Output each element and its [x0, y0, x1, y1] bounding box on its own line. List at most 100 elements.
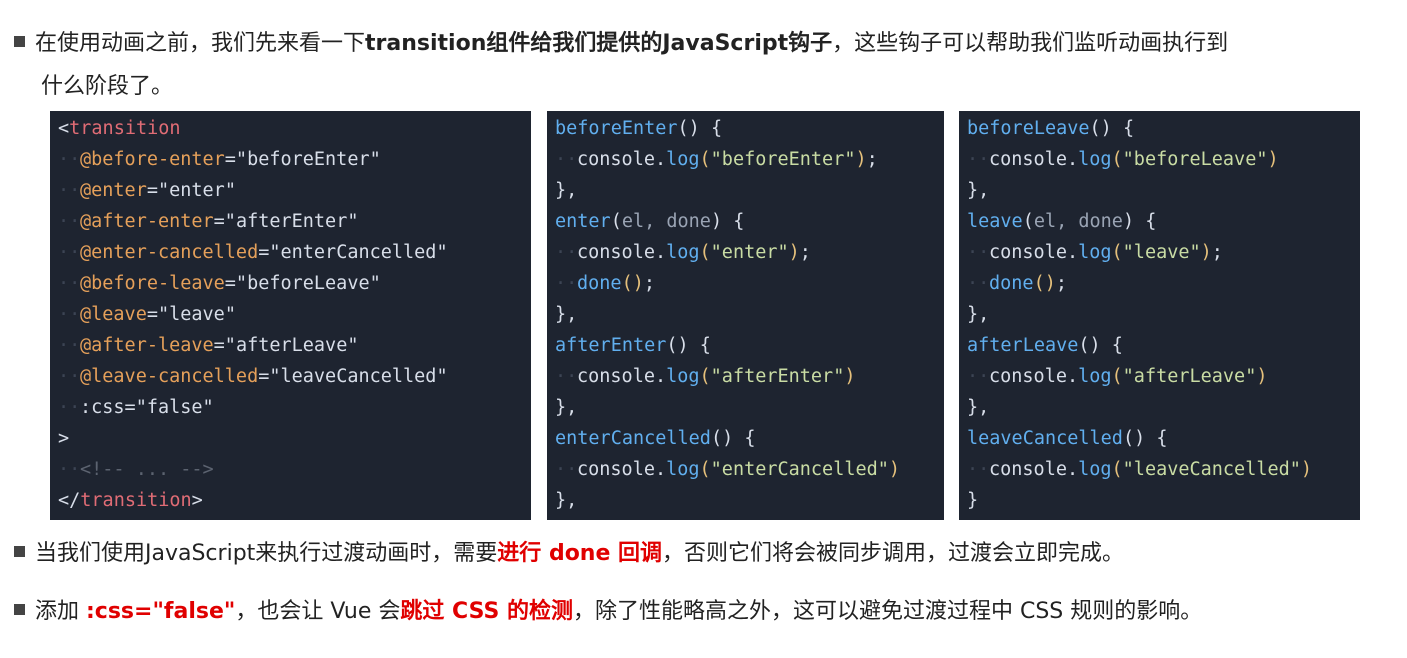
attr-value: leaveCancelled — [280, 366, 437, 387]
code-line: ··console.log("enterCancelled") — [555, 459, 901, 480]
bullet-paragraph-3: 添加 :css="false"，也会让 Vue 会跳过 CSS 的检测，除了性能… — [14, 589, 1202, 635]
log-token: log — [1078, 149, 1112, 170]
attr-value: leave — [169, 304, 225, 325]
code-line: ··@before-leave="beforeLeave" — [58, 273, 381, 294]
bullet3-red-text: 跳过 CSS 的检测 — [400, 599, 573, 624]
code-line: }, — [555, 490, 578, 511]
attr-name: after-enter — [91, 211, 214, 232]
bullet2-text-end: ，否则它们将会被同步调用，过渡会立即完成。 — [662, 541, 1125, 566]
code-line: ··<!-- ... --> — [58, 459, 214, 480]
code-line: ··console.log("leave"); — [967, 242, 1223, 263]
code-line: afterLeave() { — [967, 335, 1123, 356]
attr-name: leave-cancelled — [91, 366, 259, 387]
square-bullet-icon — [14, 604, 25, 615]
method-name: leave — [967, 211, 1023, 232]
transition-close-tag: transition — [80, 490, 192, 511]
method-name: enterCancelled — [555, 428, 711, 449]
code-line: }, — [967, 304, 990, 325]
bullet1-line2: 什么阶段了。 — [41, 74, 174, 99]
log-token: log — [1078, 366, 1112, 387]
log-token: log — [666, 242, 700, 263]
bullet2-text: 当我们使用JavaScript来执行过渡动画时，需要 — [35, 541, 498, 566]
css-false-attr: :css="false" — [80, 397, 214, 418]
bullet-paragraph-2: 当我们使用JavaScript来执行过渡动画时，需要进行 done 回调，否则它… — [14, 531, 1124, 577]
console-token: console — [989, 149, 1067, 170]
method-name: beforeEnter — [555, 118, 678, 139]
close-bracket: > — [58, 428, 70, 449]
code-line: ··@enter-cancelled="enterCancelled" — [58, 242, 448, 263]
method-name: enter — [555, 211, 611, 232]
console-token: console — [577, 459, 655, 480]
console-token: console — [989, 459, 1067, 480]
attr-name: enter-cancelled — [91, 242, 259, 263]
code-line: }, — [555, 180, 578, 201]
code-line: leaveCancelled() { — [967, 428, 1168, 449]
console-token: console — [577, 366, 655, 387]
bullet3-text: 添加 — [35, 599, 86, 624]
code-line: > — [50, 423, 531, 454]
code-line: ··@leave="leave" — [58, 304, 236, 325]
log-string: "beforeLeave" — [1122, 149, 1268, 170]
code-line: ··@after-leave="afterLeave" — [58, 335, 359, 356]
code-line: </transition> — [58, 490, 203, 511]
code-line: }, — [555, 397, 578, 418]
log-string: "leaveCancelled" — [1122, 459, 1301, 480]
bullet1-text-end: ，这些钩子可以帮助我们监听动画执行到 — [832, 31, 1229, 56]
done-call: done — [577, 273, 622, 294]
square-bullet-icon — [14, 36, 25, 47]
code-line: ··:css="false" — [58, 397, 214, 418]
code-line: }, — [967, 397, 990, 418]
log-string: "leave" — [1122, 242, 1201, 263]
code-line: enterCancelled() { — [555, 428, 756, 449]
code-line: } — [967, 490, 979, 511]
method-name: beforeLeave — [967, 118, 1090, 139]
console-token: console — [989, 366, 1067, 387]
bullet1-text: 在使用动画之前，我们先来看一下 — [35, 31, 366, 56]
code-line: beforeLeave() { — [967, 118, 1135, 139]
code-line: ··@after-enter="afterEnter" — [58, 211, 359, 232]
log-token: log — [1078, 459, 1112, 480]
method-params: el, done — [1033, 211, 1123, 232]
log-token: log — [666, 459, 700, 480]
attr-name: enter — [91, 180, 147, 201]
bullet-paragraph-1: 在使用动画之前，我们先来看一下transition组件给我们提供的JavaScr… — [14, 21, 1228, 67]
code-line: enter(el, done) { — [555, 211, 745, 232]
bullet3-text-mid: ，也会让 Vue 会 — [235, 599, 401, 624]
attr-value: beforeEnter — [247, 149, 370, 170]
code-line: ··done(); — [555, 273, 655, 294]
square-bullet-icon — [14, 546, 25, 557]
log-token: log — [666, 366, 700, 387]
done-call: done — [989, 273, 1034, 294]
attr-name: after-leave — [91, 335, 214, 356]
console-token: console — [989, 242, 1067, 263]
code-line: ··done(); — [967, 273, 1067, 294]
attr-value: afterEnter — [235, 211, 348, 232]
log-string: "afterLeave" — [1122, 366, 1257, 387]
console-token: console — [577, 242, 655, 263]
bullet3-text-end: ，除了性能略高之外，这可以避免过渡过程中 CSS 规则的影响。 — [572, 599, 1203, 624]
attr-name: before-leave — [91, 273, 225, 294]
log-string: "beforeEnter" — [710, 149, 856, 170]
attr-name: leave — [91, 304, 147, 325]
method-name: leaveCancelled — [967, 428, 1123, 449]
code-line: ··@leave-cancelled="leaveCancelled" — [58, 366, 448, 387]
code-block-transition-template: <transition ··@before-enter="beforeEnter… — [50, 111, 531, 520]
log-string: "afterEnter" — [710, 366, 845, 387]
transition-open-tag: transition — [69, 118, 181, 139]
attr-name: before-enter — [91, 149, 225, 170]
code-line: }, — [555, 304, 578, 325]
attr-value: enter — [169, 180, 225, 201]
code-line: ··console.log("afterEnter") — [555, 366, 856, 387]
log-string: "enter" — [710, 242, 789, 263]
log-string: "enterCancelled" — [710, 459, 889, 480]
code-line: ··@enter="enter" — [58, 180, 236, 201]
method-name: afterEnter — [555, 335, 667, 356]
code-block-enter-hooks: beforeEnter() { ··console.log("beforeEnt… — [547, 111, 944, 520]
attr-value: afterLeave — [235, 335, 348, 356]
attr-value: beforeLeave — [247, 273, 370, 294]
code-line: ··console.log("beforeLeave") — [967, 149, 1279, 170]
log-token: log — [1078, 242, 1112, 263]
attr-value: enterCancelled — [280, 242, 437, 263]
bullet2-red-text: 进行 done 回调 — [497, 541, 663, 566]
method-name: afterLeave — [967, 335, 1079, 356]
